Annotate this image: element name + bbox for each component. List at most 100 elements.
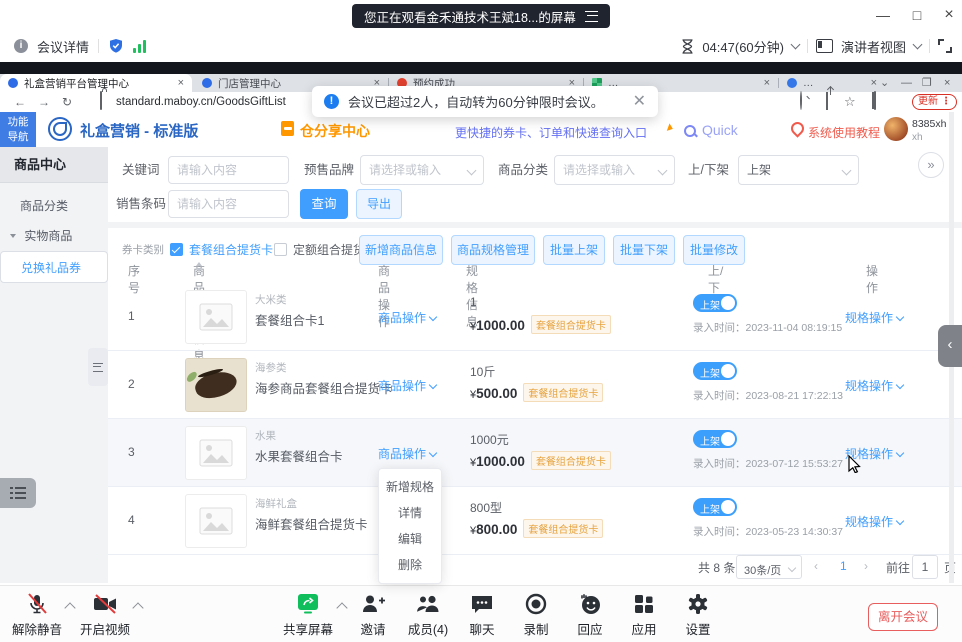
- batch-on-button[interactable]: 批量上架: [543, 235, 605, 265]
- brand-select[interactable]: 请选择或输入: [360, 155, 484, 185]
- function-nav-button[interactable]: 功能 导航: [0, 112, 36, 147]
- minimize-icon[interactable]: —: [872, 4, 894, 26]
- url-text[interactable]: standard.maboy.cn/GoodsGiftList: [116, 92, 286, 112]
- control-label: 设置: [666, 619, 730, 638]
- table-row: 1 大米类 套餐组合卡1 商品操作 1 ¥1000.00套餐组合提货卡 上架 录…: [108, 283, 962, 351]
- chevron-down-icon[interactable]: [791, 40, 801, 50]
- price-value: 800.00: [476, 522, 517, 537]
- next-page-icon[interactable]: ›: [864, 559, 868, 573]
- floating-list-button[interactable]: [0, 478, 36, 508]
- goto-page-input[interactable]: [912, 555, 938, 579]
- browser-close-icon[interactable]: ×: [944, 77, 950, 89]
- spec-action-link[interactable]: 规格操作: [845, 309, 903, 326]
- meeting-toast: ! 会议已超过2人，自动转为60分钟限时会议。 ✕: [312, 86, 658, 117]
- banner-menu-icon[interactable]: [585, 11, 598, 22]
- status-toggle[interactable]: 上架: [693, 362, 737, 380]
- sidebar-item-physical-goods[interactable]: 实物商品: [0, 221, 118, 251]
- combo-card-checkbox[interactable]: [170, 243, 183, 256]
- close-icon[interactable]: ×: [938, 4, 960, 26]
- search-button[interactable]: 查询: [300, 189, 348, 219]
- forward-icon[interactable]: →: [38, 92, 50, 112]
- record-icon: [524, 592, 548, 616]
- card-type-tag: 套餐组合提货卡: [531, 315, 611, 334]
- tab-close-icon[interactable]: ×: [871, 78, 877, 88]
- status-toggle[interactable]: 上架: [693, 430, 737, 448]
- unmute-button[interactable]: 解除静音: [5, 592, 69, 638]
- product-action-link[interactable]: 商品操作: [378, 377, 436, 394]
- spec-manage-button[interactable]: 商品规格管理: [451, 235, 535, 265]
- maximize-icon[interactable]: □: [906, 4, 928, 26]
- settings-button[interactable]: 设置: [666, 592, 730, 638]
- export-button[interactable]: 导出: [356, 189, 402, 219]
- update-button[interactable]: 更新 ⋮: [912, 94, 957, 110]
- back-icon[interactable]: ←: [14, 92, 26, 112]
- status-toggle[interactable]: 上架: [693, 498, 737, 516]
- meeting-duration: 04:47(60分钟): [702, 37, 784, 56]
- browser-restore-icon[interactable]: ❐: [922, 77, 932, 89]
- expand-filters-button[interactable]: »: [918, 152, 944, 178]
- browser-tab-1[interactable]: 礼盒营销平台管理中心 ×: [0, 74, 192, 92]
- product-category: 水果: [255, 428, 276, 443]
- keyword-input[interactable]: [168, 156, 289, 184]
- share-center-link[interactable]: 仓分享中心: [300, 121, 370, 141]
- share-screen-button[interactable]: 共享屏幕: [276, 592, 340, 638]
- menu-item-edit[interactable]: 编辑: [379, 526, 441, 552]
- panel-collapse-handle[interactable]: ‹: [938, 325, 962, 367]
- batch-off-button[interactable]: 批量下架: [613, 235, 675, 265]
- network-signal-icon: [133, 40, 146, 53]
- meeting-details-button[interactable]: 会议详情: [37, 37, 89, 56]
- price-line: ¥800.00套餐组合提货卡: [470, 519, 603, 539]
- status-select[interactable]: 上架: [738, 155, 859, 185]
- sort-icon[interactable]: [196, 262, 202, 272]
- reload-icon[interactable]: ↻: [62, 92, 72, 112]
- row-no: 2: [128, 377, 135, 391]
- quick-link[interactable]: Quick: [702, 122, 738, 138]
- browser-minimize-icon[interactable]: —: [901, 77, 912, 89]
- status-toggle[interactable]: 上架: [693, 294, 737, 312]
- spec-action-link[interactable]: 规格操作: [845, 377, 903, 394]
- tutorial-link[interactable]: 系统使用教程: [808, 124, 880, 141]
- tab-close-icon[interactable]: ×: [764, 78, 770, 88]
- chevron-down-icon: [429, 313, 437, 321]
- add-product-button[interactable]: 新增商品信息: [359, 235, 443, 265]
- zoom-icon[interactable]: [800, 91, 802, 110]
- menu-item-details[interactable]: 详情: [379, 500, 441, 526]
- product-action-link[interactable]: 商品操作: [378, 309, 436, 326]
- tab-close-icon[interactable]: ×: [178, 78, 184, 88]
- user-id: 8385xh: [912, 118, 946, 131]
- chevron-down-icon: [788, 564, 796, 572]
- view-mode-button[interactable]: 演讲者视图: [841, 37, 906, 56]
- tab-search-chevron-icon[interactable]: ⌄: [880, 77, 889, 89]
- share-icon[interactable]: [826, 92, 828, 110]
- start-video-button[interactable]: 开启视频: [73, 592, 137, 638]
- leave-meeting-button[interactable]: 离开会议: [868, 603, 938, 631]
- bookmark-star-icon[interactable]: ☆: [844, 92, 856, 112]
- menu-item-delete[interactable]: 删除: [379, 552, 441, 578]
- fullscreen-icon[interactable]: [938, 39, 952, 53]
- pagination: 共 8 条 30条/页 ‹ 1 › 前往 页: [108, 555, 962, 581]
- sidepanel-icon[interactable]: [874, 91, 876, 110]
- chevron-down-icon: [429, 381, 437, 389]
- row-no: 3: [128, 445, 135, 459]
- sidebar-collapse-handle[interactable]: [88, 348, 108, 386]
- current-page[interactable]: 1: [840, 559, 847, 573]
- chevron-down-icon: [429, 449, 437, 457]
- batch-edit-button[interactable]: 批量修改: [683, 235, 745, 265]
- menu-item-add-spec[interactable]: 新增规格: [379, 474, 441, 500]
- product-action-link[interactable]: 商品操作: [378, 445, 436, 462]
- fixed-card-checkbox[interactable]: [274, 243, 287, 256]
- page-size-select[interactable]: 30条/页: [736, 555, 802, 579]
- category-select[interactable]: 请选择或输入: [554, 155, 675, 185]
- combo-card-option[interactable]: 套餐组合提货卡: [189, 235, 273, 265]
- sidebar-item-gift-voucher[interactable]: 兑换礼品券: [0, 251, 108, 283]
- status-value: 上架: [747, 163, 771, 177]
- pointer-hand-icon: [667, 123, 674, 132]
- prev-page-icon[interactable]: ‹: [814, 559, 818, 573]
- barcode-input[interactable]: [168, 190, 289, 218]
- security-shield-icon[interactable]: [108, 38, 124, 54]
- toast-close-icon[interactable]: ✕: [633, 94, 646, 110]
- user-avatar[interactable]: [884, 117, 908, 141]
- spec-action-link[interactable]: 规格操作: [845, 513, 903, 530]
- mic-muted-icon: [25, 592, 49, 616]
- chevron-down-icon[interactable]: [913, 40, 923, 50]
